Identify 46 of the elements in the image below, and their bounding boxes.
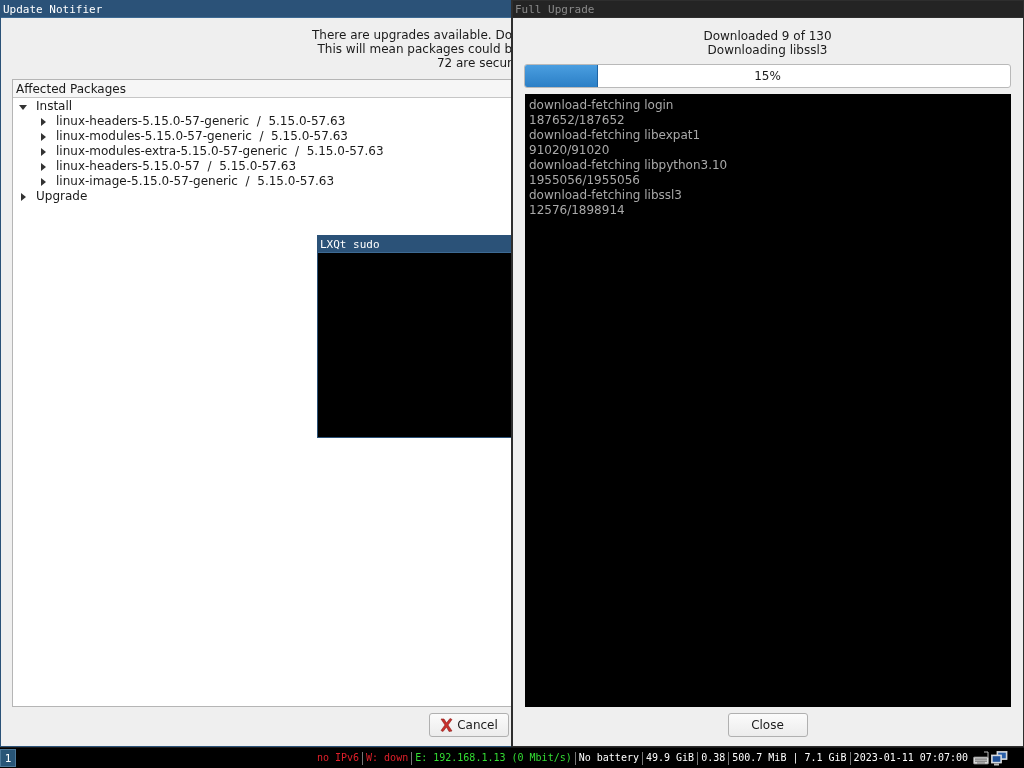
status-text: Downloading libssl3 <box>707 43 828 57</box>
log-line: 187652/187652 <box>529 113 626 128</box>
workspace-button[interactable]: 1 <box>0 749 16 767</box>
status-item: 0.38 <box>701 751 726 765</box>
tree-item[interactable]: Install <box>36 99 73 114</box>
expand-arrow-right-icon[interactable] <box>19 192 27 201</box>
log-line: download-fetching login <box>529 98 675 113</box>
keyboard-icon[interactable] <box>973 750 990 766</box>
tree-item[interactable]: linux-modules-5.15.0-57-generic / 5.15.0-57.63 <box>56 129 348 144</box>
log-line: download-fetching libssl3 <box>529 188 683 203</box>
status-item: W: down <box>366 751 409 765</box>
status-item: no IPv6 <box>316 751 360 765</box>
status-item: No battery <box>578 751 639 765</box>
tree-item[interactable]: linux-headers-5.15.0-57 / 5.15.0-57.63 <box>56 159 297 174</box>
status-item: 500.7 MiB | 7.1 GiB <box>732 751 847 765</box>
log-line: download-fetching libexpat1 <box>529 128 702 143</box>
expand-arrow-down-icon[interactable] <box>19 102 27 111</box>
log-line: 1955056/1955056 <box>529 173 641 188</box>
cancel-button[interactable]: Cancel <box>429 713 509 737</box>
message-text: 72 are secur <box>436 56 512 70</box>
tree-item[interactable]: linux-headers-5.15.0-57-generic / 5.15.0-57.63 <box>56 114 346 129</box>
monitors-icon[interactable] <box>991 750 1008 766</box>
log-line: download-fetching libpython3.10 <box>529 158 729 173</box>
close-button[interactable]: Close <box>727 713 808 737</box>
message-text: This will mean packages could b <box>317 42 512 56</box>
status-item: 49.9 GiB <box>645 751 695 765</box>
tree-item[interactable]: Upgrade <box>36 189 88 204</box>
expand-arrow-right-icon[interactable] <box>39 177 47 186</box>
status-item: E: 192.168.1.13 (0 Mbit/s) <box>415 751 572 765</box>
expand-arrow-right-icon[interactable] <box>39 147 47 156</box>
progress-label: 15% <box>754 69 781 83</box>
window-title: Update Notifier <box>3 2 103 16</box>
tree-item[interactable]: linux-image-5.15.0-57-generic / 5.15.0-57.63 <box>56 174 335 189</box>
log-line: 12576/1898914 <box>529 203 626 218</box>
log-line: 91020/91020 <box>529 143 611 158</box>
status-item: 2023-01-11 07:07:00 <box>853 751 968 765</box>
tree-item[interactable]: linux-modules-extra-5.15.0-57-generic / 5.15.0-57.63 <box>56 144 384 159</box>
window-title: Full Upgrade <box>515 2 595 16</box>
status-text: Downloaded 9 of 130 <box>703 29 832 43</box>
expand-arrow-right-icon[interactable] <box>39 132 47 141</box>
column-header[interactable]: Affected Packages <box>13 80 512 98</box>
message-text: There are upgrades available. Do <box>312 28 512 42</box>
expand-arrow-right-icon[interactable] <box>39 117 47 126</box>
window-title: LXQt sudo <box>320 237 380 251</box>
cross-icon <box>440 718 454 732</box>
expand-arrow-right-icon[interactable] <box>39 162 47 171</box>
